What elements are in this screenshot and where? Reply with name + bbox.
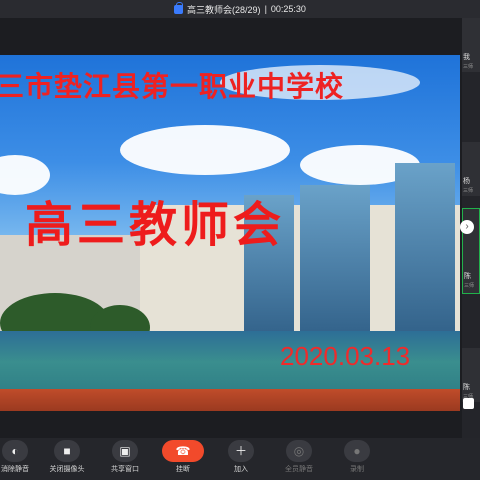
collapse-arrow-icon[interactable]: › <box>460 220 474 234</box>
hangup-button[interactable]: ☎ 挂断 <box>158 438 208 480</box>
mute-all-button[interactable]: ◎ 全员静音 <box>274 438 324 480</box>
participant-tile[interactable]: 杨 三师 <box>462 142 480 196</box>
meeting-timer: 00:25:30 <box>270 4 306 14</box>
meeting-title-label: 高三教师会(28/29) <box>187 4 261 15</box>
main-stage: 三市垫江县第一职业中学校 高三教师会 2020.03.13 <box>0 18 462 438</box>
add-user-icon: ＋ <box>228 440 254 462</box>
add-participant-button[interactable]: ＋ 加入 <box>216 438 266 480</box>
participant-name: 陈 <box>463 384 470 391</box>
camera-off-button[interactable]: ■ 关闭摄像头 <box>42 438 92 480</box>
school-name-text: 三市垫江县第一职业中学校 <box>0 70 345 103</box>
record-button[interactable]: ● 录制 <box>332 438 382 480</box>
participant-tile[interactable]: 我 三师 <box>462 18 480 72</box>
meeting-toolbar: ◐ 消除静音 ■ 关闭摄像头 ▣ 共享窗口 ☎ 挂断 ＋ 加入 ◎ 全员静音 ●… <box>0 438 480 480</box>
mute-all-label: 全员静音 <box>285 466 313 473</box>
mic-icon: ◐ <box>2 440 28 462</box>
cloud-shape <box>120 125 290 175</box>
building-glass-right <box>395 163 455 345</box>
shared-screen: 三市垫江县第一职业中学校 高三教师会 2020.03.13 <box>0 55 460 411</box>
participant-sub: 三师 <box>463 64 474 70</box>
participant-name: 陈 <box>464 273 471 280</box>
participant-sub: 三师 <box>463 188 474 194</box>
slide-date: 2020.03.13 <box>280 341 411 371</box>
lock-icon <box>174 1 184 14</box>
running-track <box>0 389 460 411</box>
meeting-topbar: 高三教师会(28/29) | 00:25:30 <box>0 0 480 18</box>
hangup-label: 挂断 <box>176 466 190 473</box>
participant-name: 我 <box>463 54 470 61</box>
unmute-button[interactable]: ◐ 消除静音 <box>0 438 40 480</box>
participant-sub: 三师 <box>464 283 475 289</box>
mute-all-icon: ◎ <box>286 440 312 462</box>
building-glass-center <box>300 185 370 345</box>
share-window-button[interactable]: ▣ 共享窗口 <box>100 438 150 480</box>
pin-icon[interactable] <box>463 398 474 409</box>
hangup-icon: ☎ <box>162 440 204 462</box>
participant-tile[interactable]: 陈 三师 <box>462 348 480 402</box>
share-window-label: 共享窗口 <box>111 466 139 473</box>
record-label: 录制 <box>350 466 364 473</box>
camera-off-label: 关闭摄像头 <box>49 466 85 473</box>
camera-icon: ■ <box>54 440 80 462</box>
add-participant-label: 加入 <box>234 466 248 473</box>
record-icon: ● <box>344 440 370 462</box>
share-window-icon: ▣ <box>112 440 138 462</box>
unmute-label: 消除静音 <box>1 466 29 473</box>
topbar-separator: | <box>264 4 267 14</box>
slide-meeting-title: 高三教师会 <box>25 197 286 253</box>
participant-name: 杨 <box>463 178 470 185</box>
